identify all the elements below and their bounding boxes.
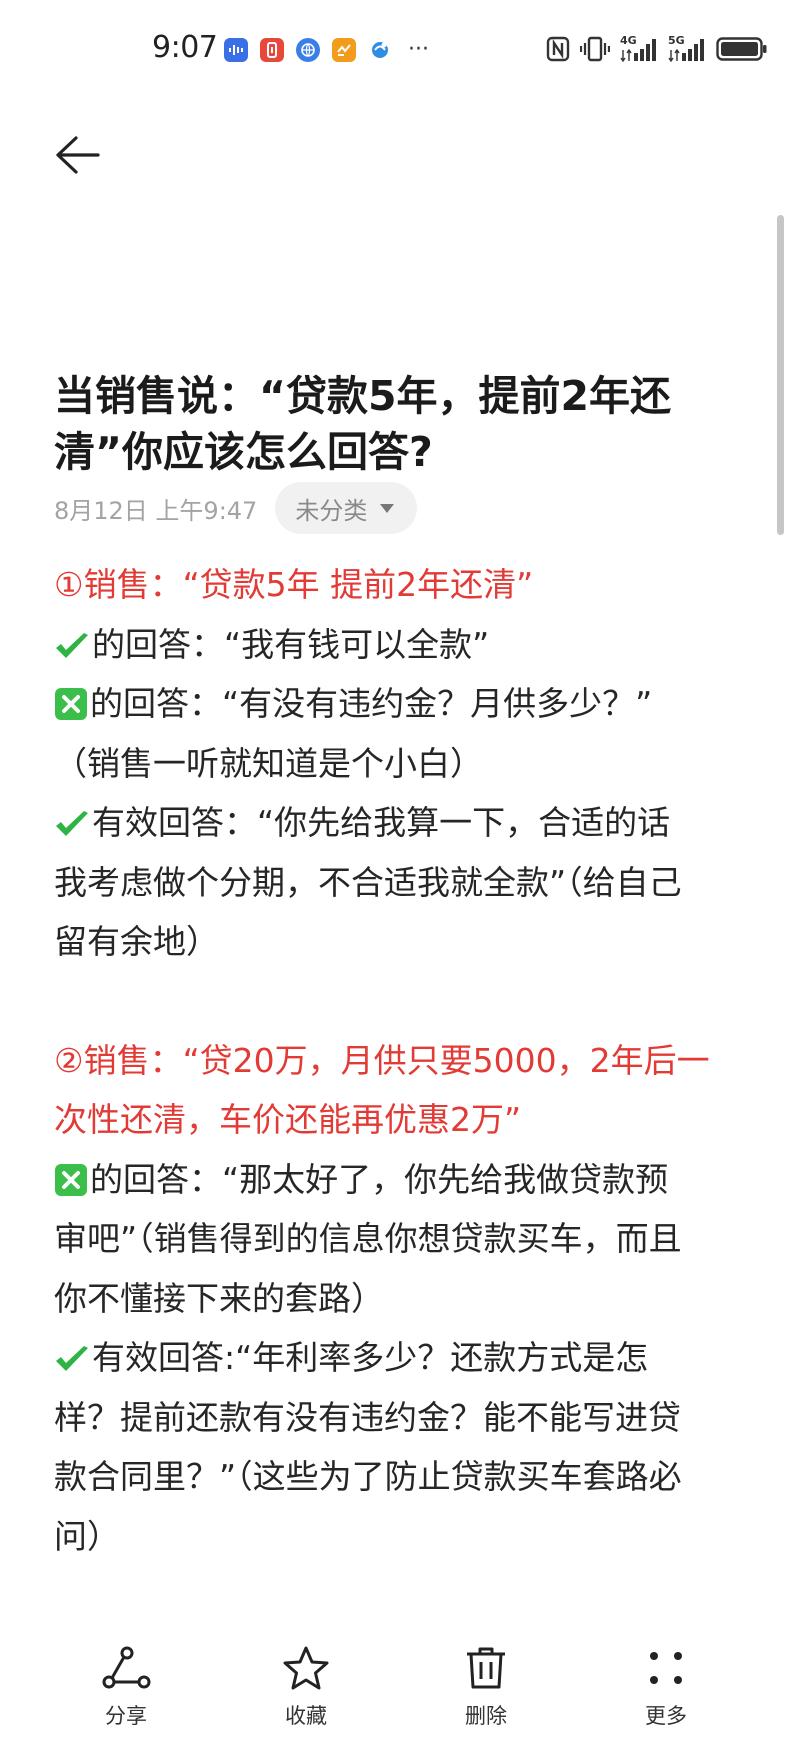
favorite-button[interactable]: 收藏	[246, 1640, 366, 1730]
note-date: 8月12日 上午9:47	[54, 496, 258, 525]
check-mark-icon	[56, 1346, 88, 1371]
note-line: 留有余地）	[54, 922, 219, 961]
orange-app-icon	[332, 38, 356, 62]
note-line-text: 的回答：“那太好了，你先给我做贷款预	[90, 1159, 669, 1199]
status-time: 9:07	[152, 30, 218, 65]
caret-down-icon	[380, 504, 395, 513]
category-label: 未分类	[295, 496, 368, 525]
note-title[interactable]: 当销售说：“贷款5年，提前2年还 清”你应该怎么回答?	[54, 368, 744, 480]
note-line: 我考虑做个分期，不合适我就全款”（给自己	[54, 862, 682, 902]
status-bar: 9:07 ··· 4G 5G	[0, 0, 800, 100]
vibrate-icon	[580, 36, 610, 62]
delete-label: 删除	[465, 1704, 507, 1728]
note-line: 的回答：“那太好了，你先给我做贷款预	[54, 1150, 754, 1210]
trash-icon	[467, 1647, 505, 1689]
signal-4g-icon: 4G	[620, 34, 658, 62]
delete-button[interactable]: 删除	[426, 1640, 546, 1730]
note-line: 的回答：“有没有违约金？月供多少？”	[54, 674, 754, 734]
note-line: （销售一听就知道是个小白）	[54, 743, 483, 783]
favorite-label: 收藏	[285, 1704, 327, 1728]
share-label: 分享	[105, 1704, 147, 1728]
bottom-toolbar: 分享 收藏 删除 更多	[0, 1620, 800, 1760]
signal-5g-icon: 5G	[668, 34, 706, 62]
note-line-text: 有效回答：“你先给我算一下，合适的话	[92, 803, 671, 842]
note-line-text: 有效回答:“年利率多少？还款方式是怎	[92, 1338, 649, 1377]
note-line: 你不懂接下来的套路）	[54, 1278, 384, 1318]
note-line: 样？提前还款有没有违约金？能不能写进贷	[54, 1397, 681, 1437]
nfc-icon	[546, 36, 570, 62]
check-mark-icon	[56, 632, 88, 658]
scrollbar[interactable]	[777, 215, 784, 535]
note-line: ①销售：“贷款5年 提前2年还清”	[54, 565, 534, 604]
note-line: 款合同里？”（这些为了防止贷款买车套路必	[54, 1457, 682, 1496]
note-line: 有效回答:“年利率多少？还款方式是怎	[54, 1328, 754, 1388]
more-button[interactable]: 更多	[606, 1640, 726, 1730]
cross-mark-icon	[55, 688, 87, 720]
star-icon	[283, 1646, 329, 1690]
category-dropdown[interactable]: 未分类	[275, 482, 418, 534]
share-button[interactable]: 分享	[66, 1640, 186, 1730]
battery-icon	[716, 37, 767, 61]
note-line: 次性还清，车价还能再优惠2万”	[54, 1100, 522, 1139]
back-button[interactable]	[50, 128, 104, 182]
note-line-text: 的回答：“有没有违约金？月供多少？”	[90, 684, 653, 723]
browser-app-icon	[296, 38, 320, 62]
check-mark-icon	[56, 811, 88, 836]
system-icons: 4G 5G	[546, 34, 768, 62]
note-meta: 8月12日 上午9:47 未分类	[54, 482, 418, 534]
cross-mark-icon	[55, 1163, 87, 1196]
note-title-line: 当销售说：“贷款5年，提前2年还	[54, 372, 672, 420]
more-label: 更多	[645, 1704, 687, 1728]
arrow-left-icon	[56, 136, 100, 174]
blue-app-icon	[368, 38, 392, 62]
more-dots-icon	[650, 1652, 682, 1684]
note-title-line: 清”你应该怎么回答?	[54, 428, 433, 476]
note-line-text: 的回答：“我有钱可以全款”	[92, 624, 490, 664]
note-line: 审吧”（销售得到的信息你想贷款买车，而且	[54, 1219, 682, 1258]
note-line: 有效回答：“你先给我算一下，合适的话	[54, 793, 754, 853]
notification-icons: ···	[224, 38, 429, 62]
share-icon	[102, 1646, 151, 1689]
more-notifications-indicator: ···	[408, 37, 429, 62]
note-body[interactable]: ①销售：“贷款5年 提前2年还清” 的回答：“我有钱可以全款” 的回答：“有没有…	[54, 555, 754, 1566]
note-line: 问）	[54, 1516, 120, 1556]
note-line: ②销售：“贷20万，月供只要5000，2年后一	[54, 1040, 710, 1080]
red-app-icon	[260, 38, 284, 62]
note-line: 的回答：“我有钱可以全款”	[54, 615, 754, 675]
voice-app-icon	[224, 38, 248, 62]
